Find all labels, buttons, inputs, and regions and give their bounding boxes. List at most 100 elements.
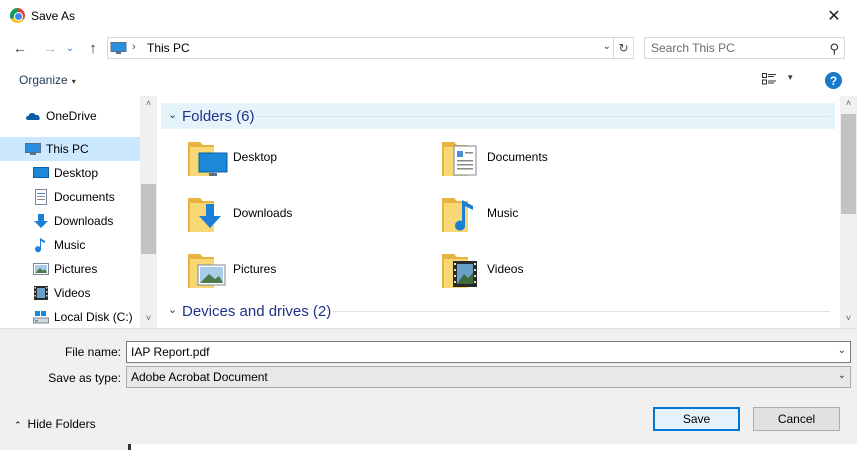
cancel-button[interactable]: Cancel [753,407,840,431]
folder-item-pictures[interactable]: Pictures [186,248,416,298]
group-divider [256,116,830,117]
navigation-pane: OneDrive This PC Desktop Documents Downl… [0,96,157,328]
save-as-type-select[interactable]: Adobe Acrobat Document ⌄ [126,366,851,388]
search-input[interactable] [651,40,819,56]
sidebar-item-label: Desktop [54,166,99,180]
group-header-devices-and-drives[interactable]: ⌄ Devices and drives (2) [161,298,835,324]
collapse-chevron-icon[interactable]: ⌄ [168,108,177,121]
local-disk-icon [33,311,49,324]
folder-name: Downloads [233,206,293,220]
folder-name: Documents [487,150,548,164]
scrollbar-thumb[interactable] [141,184,156,254]
sidebar-item-desktop[interactable]: Desktop [0,161,140,185]
folder-item-documents[interactable]: Documents [440,136,670,186]
sidebar-item-label: Documents [54,190,115,204]
folder-name: Pictures [233,262,277,276]
music-folder-icon [442,198,473,232]
save-button[interactable]: Save [653,407,740,431]
organize-button[interactable]: Organize ▾ [19,73,76,87]
search-icon[interactable]: ⚲ [829,41,839,57]
command-toolbar: Organize ▾ ▾ ? [0,64,857,96]
sidebar-item-music[interactable]: Music [0,233,140,257]
address-bar[interactable]: › This PC ⌄ ↻ [107,37,634,59]
videos-icon [34,286,48,300]
forward-button[interactable]: → [40,38,60,58]
scroll-down-icon[interactable]: ˅ [140,313,157,323]
scroll-up-icon[interactable]: ˄ [140,98,157,108]
sidebar-item-onedrive[interactable]: OneDrive [0,104,140,128]
hide-folders-button[interactable]: ⌃ Hide Folders [14,417,96,431]
organize-caret-icon: ▾ [71,77,76,86]
file-name-field[interactable] [131,344,821,360]
file-list-scrollbar[interactable]: ˄ ˅ [840,96,857,328]
downloads-folder-icon [188,198,221,232]
onedrive-icon [26,113,40,120]
hide-folders-label: Hide Folders [27,417,96,431]
sidebar-item-documents[interactable]: Documents [0,185,140,209]
search-box[interactable]: ⚲ [644,37,845,59]
sidebar-item-downloads[interactable]: Downloads [0,209,140,233]
view-options-dropdown-icon[interactable]: ▾ [788,72,793,83]
title-bar: Save As ✕ [0,0,857,32]
sidebar-item-this-pc[interactable]: This PC [0,137,140,161]
collapse-chevron-icon[interactable]: ⌄ [168,303,177,316]
music-icon [35,238,45,253]
sidebar-scrollbar[interactable]: ˄ ˅ [140,96,157,328]
change-view-icon[interactable] [762,73,776,85]
sidebar-item-label: This PC [46,142,89,156]
up-button[interactable]: ↑ [83,38,103,58]
this-pc-icon [25,143,41,155]
file-name-label: File name: [64,345,121,359]
sidebar-item-label: Pictures [54,262,98,276]
this-pc-icon [110,42,127,54]
sidebar-item-label: Downloads [54,214,114,228]
sidebar-item-label: OneDrive [46,109,97,123]
folder-item-music[interactable]: Music [440,192,670,242]
chevron-up-icon: ⌃ [14,420,22,430]
address-text: This PC [147,41,190,55]
address-dropdown-icon[interactable]: ⌄ [603,41,611,52]
file-list-pane: ⌄ Folders (6) Desktop Documents Download… [157,96,857,328]
group-header-folders[interactable]: ⌄ Folders (6) [161,103,835,129]
sidebar-item-label: Music [54,238,86,252]
videos-folder-icon [442,254,477,288]
pictures-folder-icon [188,254,226,288]
close-button[interactable]: ✕ [811,0,857,32]
group-title: Devices and drives (2) [182,303,332,320]
folder-name: Videos [487,262,524,276]
background-window-strip [128,444,857,450]
folder-name: Desktop [233,150,278,164]
back-button[interactable]: ← [10,38,30,58]
folder-name: Music [487,206,519,220]
folder-item-desktop[interactable]: Desktop [186,136,416,186]
folder-item-videos[interactable]: Videos [440,248,670,298]
navigation-bar: ← → ⌄ ↑ › This PC ⌄ ↻ ⚲ [0,32,857,64]
sidebar-item-label: Videos [54,286,91,300]
sidebar-item-label: Local Disk (C:) [54,310,133,324]
organize-label: Organize [19,73,68,87]
help-icon[interactable]: ? [825,72,842,89]
recent-locations-button[interactable]: ⌄ [63,38,77,58]
background-divider [128,444,131,450]
scroll-down-icon[interactable]: ˅ [840,313,857,323]
folder-item-downloads[interactable]: Downloads [186,192,416,242]
downloads-icon [34,214,48,228]
chrome-icon [10,8,25,23]
chevron-down-icon[interactable]: ⌄ [838,370,846,381]
sidebar-item-pictures[interactable]: Pictures [0,257,140,281]
sidebar-item-local-disk[interactable]: Local Disk (C:) [0,305,140,328]
desktop-icon [33,167,49,178]
address-separator: › [132,41,136,53]
save-form: File name: ⌄ Save as type: Adobe Acrobat… [0,328,857,450]
scrollbar-thumb[interactable] [841,114,856,214]
scroll-up-icon[interactable]: ˄ [840,98,857,108]
desktop-folder-icon [188,142,228,176]
refresh-button[interactable]: ↻ [613,38,633,58]
sidebar-item-videos[interactable]: Videos [0,281,140,305]
pictures-icon [33,263,49,275]
chevron-down-icon[interactable]: ⌄ [838,345,846,356]
save-as-type-label: Save as type: [48,371,121,385]
documents-icon [35,189,47,205]
file-name-combobox[interactable]: ⌄ [126,341,851,363]
group-title: Folders (6) [182,108,255,125]
